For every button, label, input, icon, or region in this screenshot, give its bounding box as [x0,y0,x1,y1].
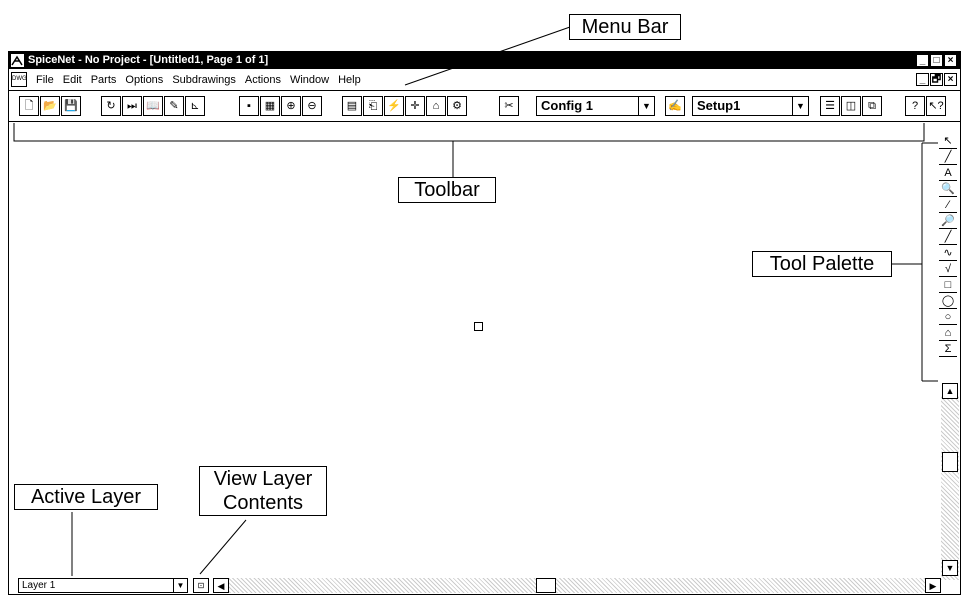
callout-view-layer-contents: View Layer Contents [199,466,327,516]
callout-menu-bar: Menu Bar [569,14,681,40]
callout-active-layer: Active Layer [14,484,158,510]
callout-toolbar: Toolbar [398,177,496,203]
callout-tool-palette: Tool Palette [752,251,892,277]
